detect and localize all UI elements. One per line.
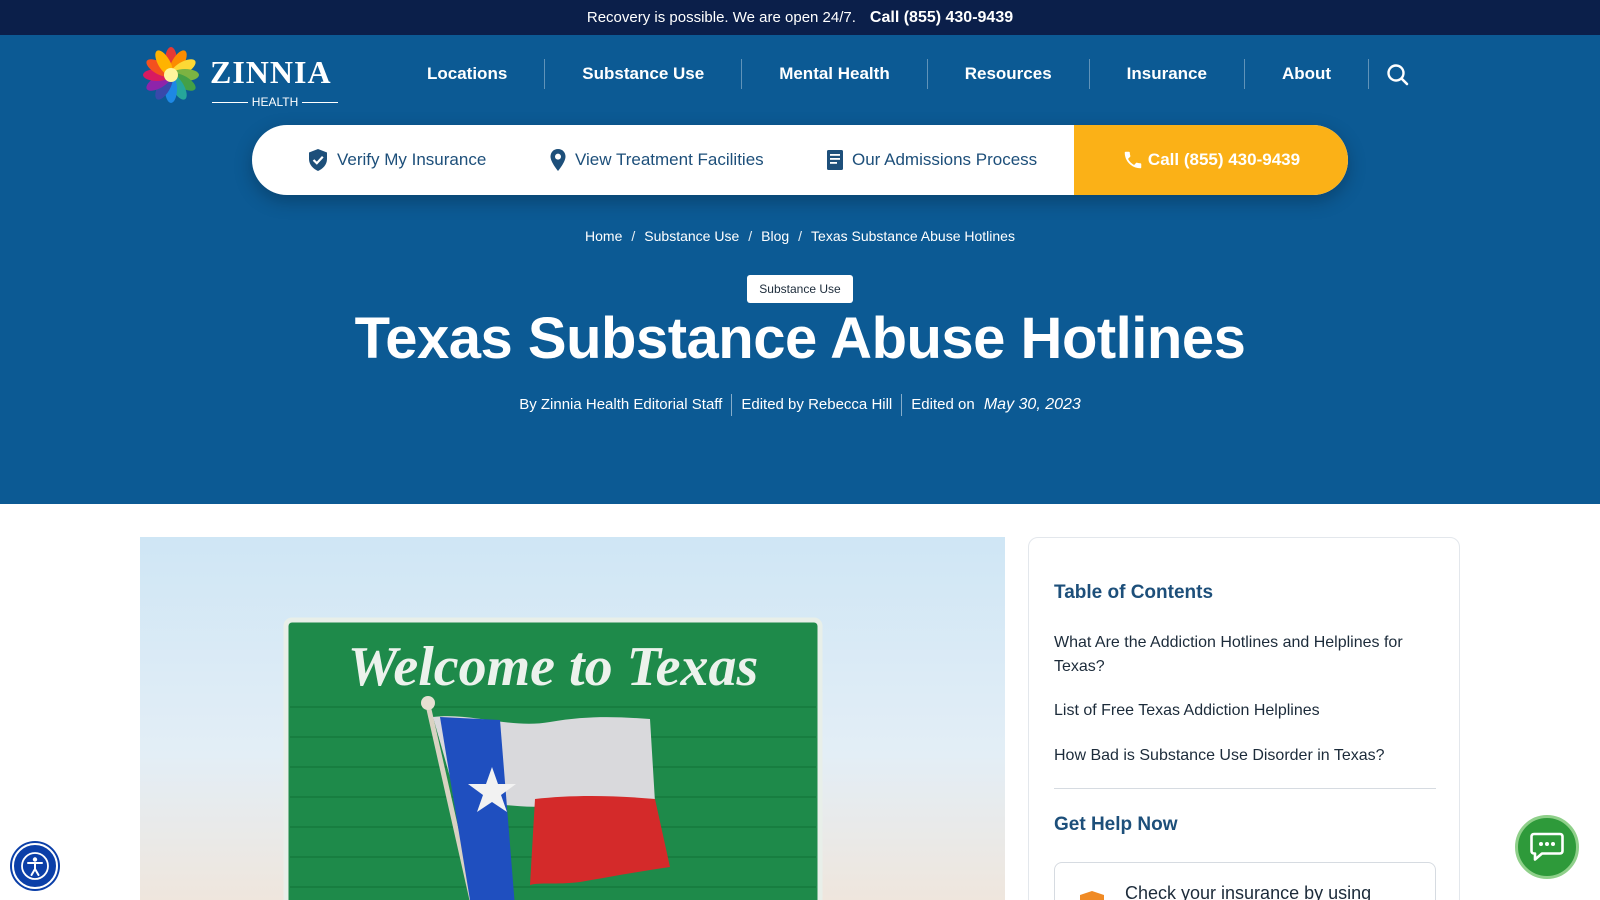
call-button-label: Call (855) 430-9439 bbox=[1147, 150, 1301, 169]
announcement-phone-link[interactable]: Call (855) 430-9439 bbox=[870, 9, 1013, 27]
nav-item-mental-health[interactable]: Mental Health bbox=[742, 59, 928, 89]
search-icon[interactable] bbox=[1385, 62, 1411, 88]
announcement-text: Recovery is possible. We are open 24/7. bbox=[586, 9, 856, 26]
toc-link[interactable]: How Bad is Substance Use Disorder in Tex… bbox=[1054, 744, 1439, 768]
zinnia-flower-icon bbox=[143, 47, 199, 103]
site-logo[interactable]: ZINNIA HEALTH bbox=[140, 44, 340, 109]
article-byline: By Zinnia Health Editorial Staff Edited … bbox=[0, 394, 1600, 416]
nav-item-substance-use[interactable]: Substance Use bbox=[545, 59, 743, 89]
welcome-to-texas-sign-image: Welcome to Texas bbox=[283, 617, 823, 900]
sidebar-panel: Table of Contents What Are the Addiction… bbox=[1028, 537, 1460, 900]
breadcrumb-current: Texas Substance Abuse Hotlines bbox=[811, 228, 1015, 244]
announcement-bar: Recovery is possible. We are open 24/7. … bbox=[0, 0, 1600, 35]
phone-icon bbox=[1124, 151, 1142, 169]
admissions-process-link[interactable]: Our Admissions Process bbox=[826, 125, 1037, 195]
main-navigation: Locations Substance Use Mental Health Re… bbox=[390, 58, 1370, 90]
breadcrumb: Home / Substance Use / Blog / Texas Subs… bbox=[0, 228, 1600, 244]
editor-text: Edited by Rebecca Hill bbox=[732, 394, 903, 416]
breadcrumb-separator: / bbox=[748, 228, 753, 244]
verify-insurance-link[interactable]: Verify My Insurance bbox=[307, 125, 486, 195]
admissions-process-label: Our Admissions Process bbox=[852, 150, 1038, 169]
sign-text: Welcome to Texas bbox=[348, 636, 759, 698]
breadcrumb-separator: / bbox=[798, 228, 803, 244]
document-icon bbox=[827, 150, 843, 170]
logo-subtitle-text: HEALTH bbox=[251, 95, 299, 109]
author-text: By Zinnia Health Editorial Staff bbox=[510, 394, 733, 416]
nav-item-about[interactable]: About bbox=[1245, 59, 1370, 89]
edited-label: Edited on bbox=[911, 396, 975, 413]
quick-action-bar: Verify My Insurance View Treatment Facil… bbox=[252, 125, 1348, 195]
nav-item-resources[interactable]: Resources bbox=[928, 59, 1090, 89]
accessibility-icon bbox=[21, 852, 49, 880]
get-help-title: Get Help Now bbox=[1054, 814, 1178, 835]
logo-wordmark: ZINNIA bbox=[210, 54, 332, 90]
map-pin-icon bbox=[550, 149, 566, 171]
category-tag[interactable]: Substance Use bbox=[747, 275, 853, 303]
nav-item-insurance[interactable]: Insurance bbox=[1090, 59, 1245, 89]
edited-date-value: May 30, 2023 bbox=[983, 396, 1081, 413]
breadcrumb-substance-use[interactable]: Substance Use bbox=[644, 228, 739, 244]
nav-item-locations[interactable]: Locations bbox=[390, 59, 546, 89]
chat-icon bbox=[1530, 832, 1564, 861]
toc-link[interactable]: List of Free Texas Addiction Helplines bbox=[1054, 699, 1439, 723]
chat-button[interactable] bbox=[1515, 815, 1579, 879]
shield-icon bbox=[1080, 891, 1104, 900]
view-facilities-link[interactable]: View Treatment Facilities bbox=[549, 125, 764, 195]
logo-subtitle: HEALTH bbox=[212, 95, 339, 109]
check-insurance-text: Check your insurance by using bbox=[1125, 883, 1372, 900]
accessibility-button[interactable] bbox=[12, 843, 58, 889]
breadcrumb-home[interactable]: Home bbox=[585, 228, 622, 244]
call-button[interactable]: Call (855) 430-9439 bbox=[1074, 125, 1348, 195]
check-insurance-card[interactable]: Check your insurance by using bbox=[1054, 862, 1436, 900]
sidebar-divider bbox=[1054, 788, 1436, 789]
edited-date: Edited on May 30, 2023 bbox=[902, 394, 1090, 416]
feature-image: Welcome to Texas bbox=[140, 537, 1005, 900]
toc-title: Table of Contents bbox=[1054, 582, 1214, 603]
breadcrumb-blog[interactable]: Blog bbox=[761, 228, 789, 244]
view-facilities-label: View Treatment Facilities bbox=[575, 150, 764, 169]
page-title: Texas Substance Abuse Hotlines bbox=[354, 306, 1246, 371]
breadcrumb-separator: / bbox=[631, 228, 636, 244]
toc-link[interactable]: What Are the Addiction Hotlines and Help… bbox=[1054, 631, 1439, 679]
verify-insurance-label: Verify My Insurance bbox=[337, 150, 487, 169]
shield-check-icon bbox=[309, 149, 327, 171]
